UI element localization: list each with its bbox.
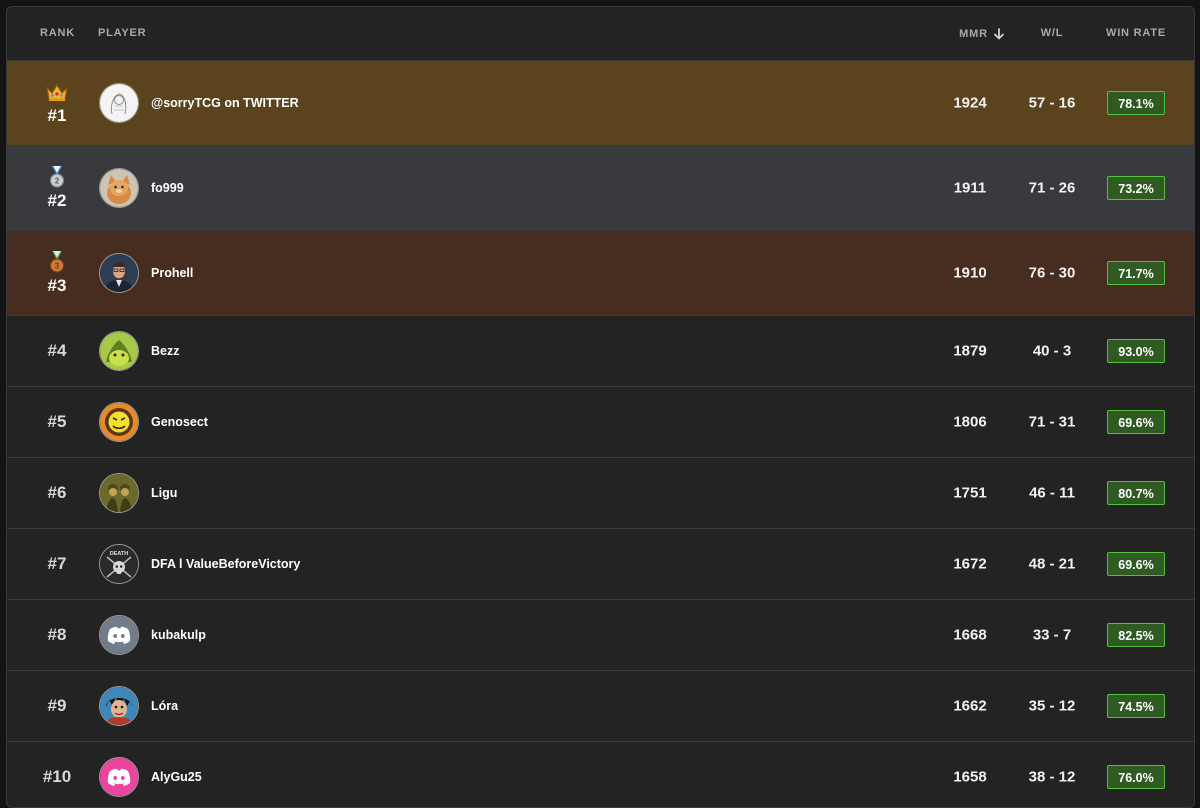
rank-cell: 3 #3 [27,231,87,315]
player-name[interactable]: Lóra [151,699,178,713]
table-row[interactable]: 2 #2 fo999 1911 71 - 26 73.2% [7,146,1194,231]
table-header: RANK PLAYER MMR W/L WIN RATE [7,7,1194,61]
table-row[interactable]: #1 @sorryTCG on TWITTER 1924 57 - 16 78.… [7,61,1194,146]
mmr-value: 1806 [953,413,987,431]
wl-value: 35 - 12 [1028,697,1076,715]
rank-cell: #7 [27,529,87,599]
rank-number: #9 [47,696,67,715]
mmr-value: 1662 [953,697,987,715]
mmr-value: 1911 [953,179,987,197]
table-row[interactable]: #8 kubakulp 1668 33 - 7 82.5% [7,600,1194,671]
mmr-value: 1879 [953,342,987,360]
wl-value: 33 - 7 [1032,626,1072,644]
rank-number: #6 [47,483,67,502]
wl-value: 48 - 21 [1028,555,1076,573]
wl-value: 46 - 11 [1029,484,1075,502]
silver-medal-icon: 2 [45,165,69,188]
table-row[interactable]: #9 Lóra 1662 35 - 12 74.5% [7,671,1194,742]
discord-pink-avatar[interactable] [99,757,139,797]
winrate-badge: 80.7% [1107,481,1165,505]
player-name[interactable]: @sorryTCG on TWITTER [151,96,299,110]
winrate-badge: 78.1% [1107,91,1165,115]
player-name[interactable]: kubakulp [151,628,206,642]
winrate-badge: 73.2% [1107,176,1165,200]
wl-value: 76 - 30 [1028,264,1076,282]
winrate-badge: 76.0% [1107,765,1165,789]
bronze-medal-icon: 3 [45,250,69,273]
table-row[interactable]: #10 AlyGu25 1658 38 - 12 76.0% [7,742,1194,807]
svg-text:3: 3 [55,261,60,270]
rank-number: #7 [47,554,67,573]
rank-cell: #4 [27,316,87,386]
discord-gray-avatar[interactable] [99,615,139,655]
winrate-badge: 71.7% [1107,261,1165,285]
death-skull-avatar[interactable]: DEATH [99,544,139,584]
rank-cell: #5 [27,387,87,457]
wl-value: 38 - 12 [1028,768,1076,786]
crown-icon [45,81,69,103]
man-portrait-avatar[interactable] [99,253,139,293]
player-name[interactable]: fo999 [151,181,184,195]
mmr-value: 1751 [953,484,987,502]
player-name[interactable]: Prohell [151,266,193,280]
wl-value: 40 - 3 [1032,342,1072,360]
mmr-value: 1672 [953,555,987,573]
avatar-text: DEATH [110,551,129,557]
rank-number: #4 [47,341,67,360]
rank-cell: 2 #2 [27,146,87,230]
wl-column-header: W/L [1040,27,1064,39]
mmr-header-label: MMR [959,27,988,40]
player-column-header: PLAYER [98,27,147,39]
wl-value: 57 - 16 [1028,94,1076,112]
rank-number: #10 [42,767,72,786]
winrate-badge: 93.0% [1107,339,1165,363]
winrate-column-header: WIN RATE [1106,27,1166,39]
player-name[interactable]: AlyGu25 [151,770,202,784]
rank-number: #1 [47,105,67,125]
mmr-value: 1924 [953,94,987,112]
winrate-badge: 69.6% [1107,552,1165,576]
player-name[interactable]: Genosect [151,415,208,429]
rank-number: #5 [47,412,67,431]
rank-cell: #8 [27,600,87,670]
cat-avatar[interactable] [99,168,139,208]
player-name[interactable]: Bezz [151,344,179,358]
sort-descending-icon [993,27,1004,39]
rank-cell: #6 [27,458,87,528]
rank-cell: #10 [27,742,87,807]
mmr-value: 1658 [953,768,987,786]
table-row[interactable]: 3 #3 Prohell 1910 76 - 30 71.7% [7,231,1194,316]
yellow-face-avatar[interactable] [99,402,139,442]
rank-number: #2 [47,190,67,210]
player-name[interactable]: Ligu [151,486,177,500]
svg-text:2: 2 [55,176,60,185]
soldiers-avatar[interactable] [99,473,139,513]
table-row[interactable]: #5 Genosect 1806 71 - 31 69.6% [7,387,1194,458]
rank-number: #8 [47,625,67,644]
table-row[interactable]: #7 DEATH DFA l ValueBeforeVictory 1672 4… [7,529,1194,600]
leaderboard-table: RANK PLAYER MMR W/L WIN RATE #1 @sorryTC… [6,6,1195,808]
rank-column-header: RANK [40,27,75,39]
wl-value: 71 - 31 [1028,413,1076,431]
anime-character-avatar[interactable] [99,686,139,726]
rank-number: #3 [47,275,67,295]
wl-value: 71 - 26 [1028,179,1076,197]
winrate-badge: 74.5% [1107,694,1165,718]
sketch-avatar[interactable] [99,83,139,123]
table-row[interactable]: #4 Bezz 1879 40 - 3 93.0% [7,316,1194,387]
winrate-badge: 82.5% [1107,623,1165,647]
mmr-value: 1668 [953,626,987,644]
green-creature-avatar[interactable] [99,331,139,371]
table-row[interactable]: #6 Ligu 1751 46 - 11 80.7% [7,458,1194,529]
winrate-badge: 69.6% [1107,410,1165,434]
rank-cell: #9 [27,671,87,741]
rank-cell: #1 [27,61,87,145]
player-name[interactable]: DFA l ValueBeforeVictory [151,557,300,571]
mmr-value: 1910 [953,264,987,282]
